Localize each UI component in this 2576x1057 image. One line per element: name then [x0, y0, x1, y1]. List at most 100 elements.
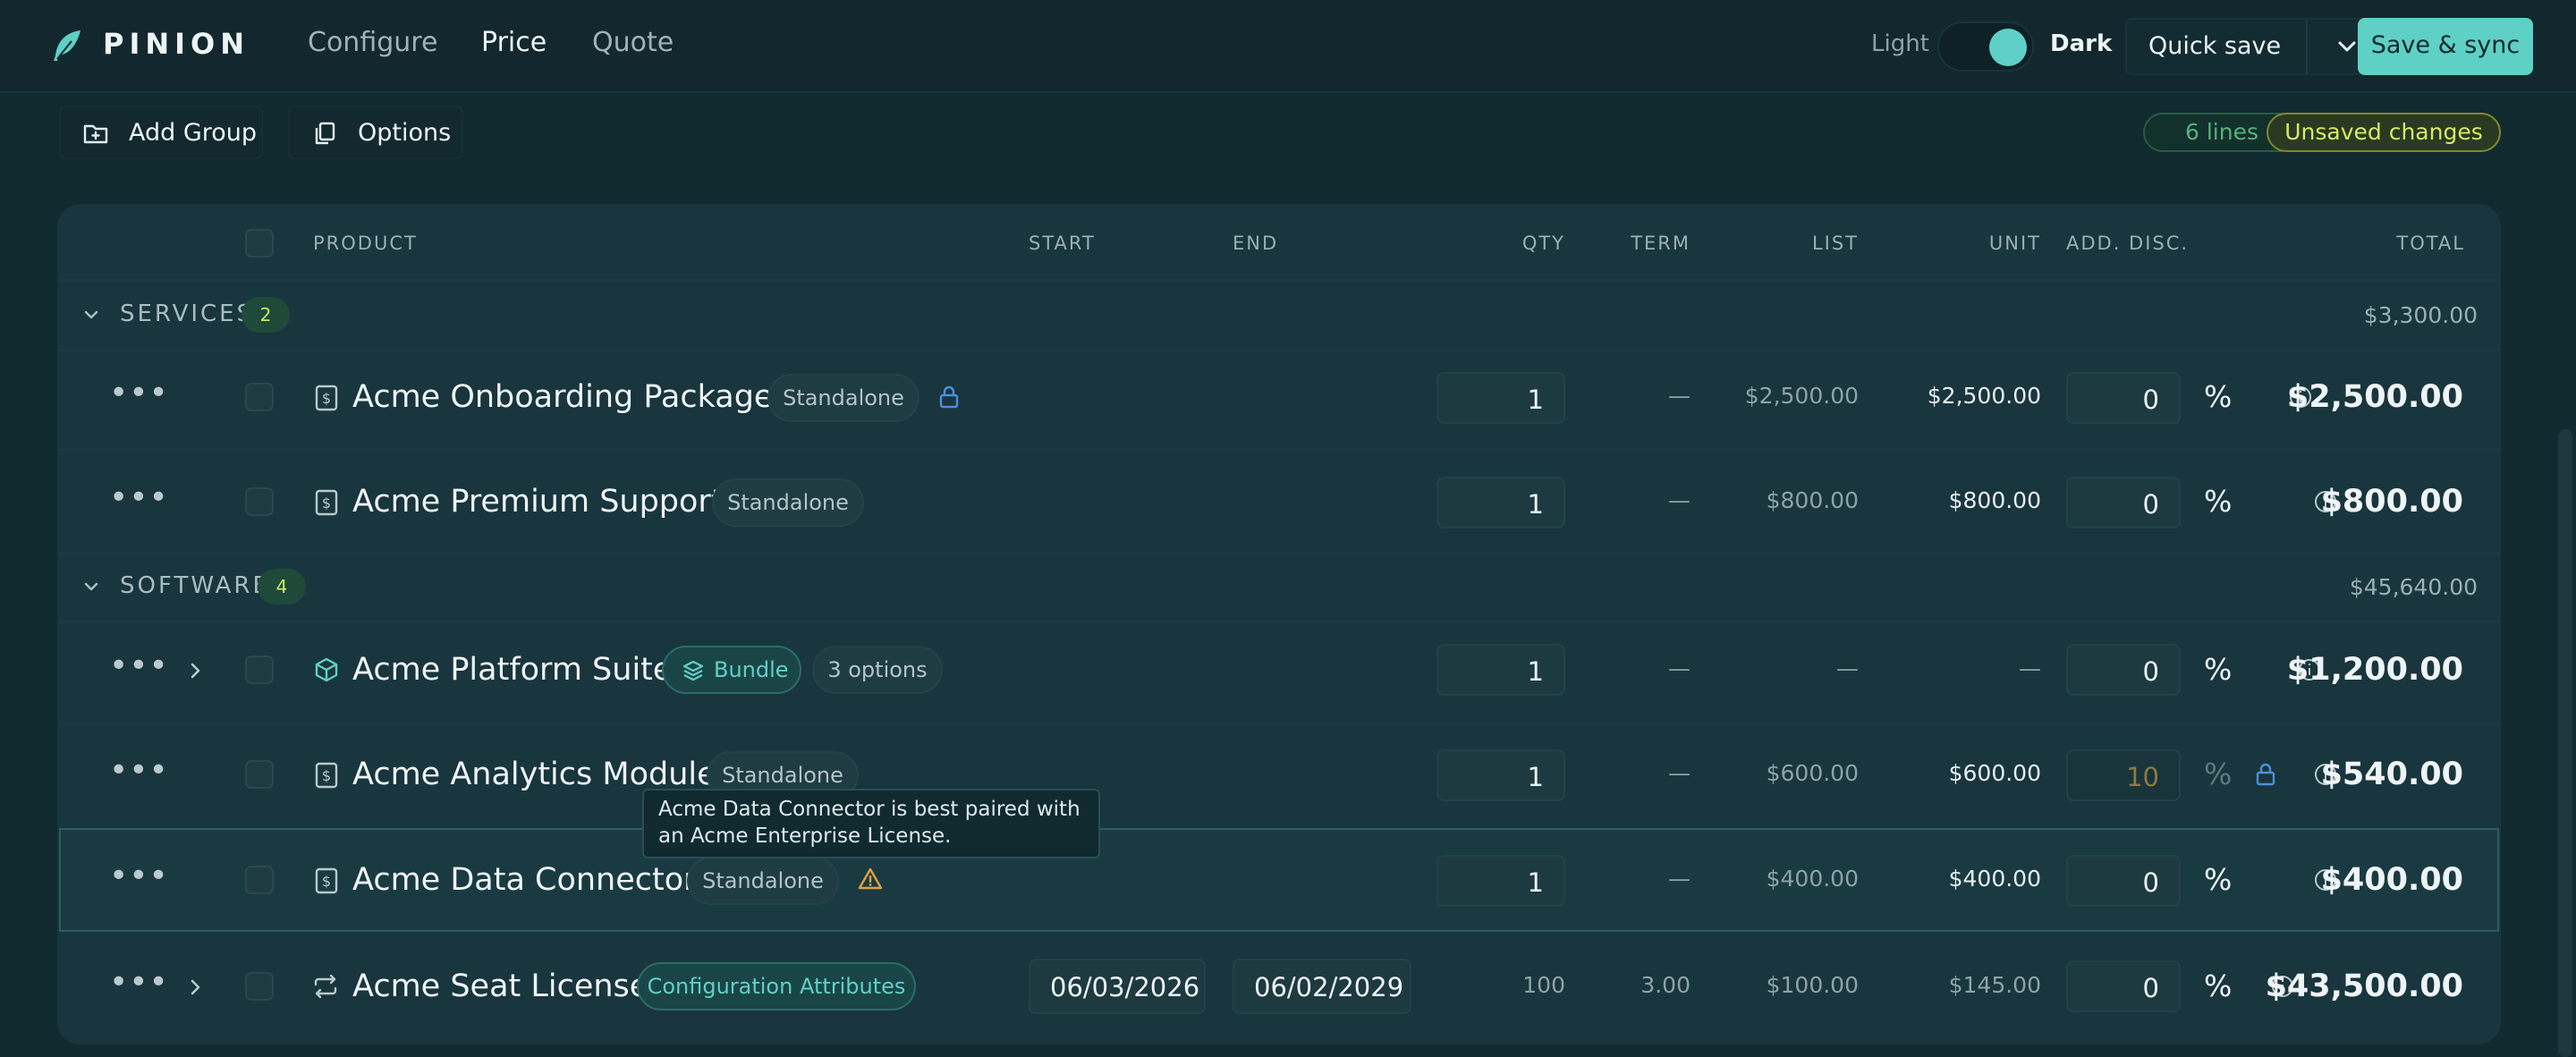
discount-input[interactable]: 10	[2066, 749, 2181, 801]
save-sync-label: Save & sync	[2370, 31, 2521, 59]
term-value: —	[1668, 383, 1690, 409]
row-checkbox[interactable]	[245, 487, 274, 516]
options-button[interactable]: Options	[288, 106, 463, 159]
header-total: TOTAL	[2396, 233, 2465, 254]
list-price: $400.00	[1766, 866, 1859, 892]
percent-toggle[interactable]: %	[2204, 757, 2232, 791]
quick-save-button[interactable]: Quick save	[2125, 18, 2385, 75]
svg-text:$: $	[322, 767, 331, 784]
discount-input[interactable]: 0	[2066, 855, 2181, 907]
toggle-knob	[1989, 29, 2027, 66]
qty-input[interactable]: 1	[1436, 477, 1565, 528]
chevron-down-icon[interactable]	[79, 574, 104, 599]
unit-price: $600.00	[1948, 760, 2041, 786]
row-menu-icon[interactable]: •••	[109, 482, 169, 514]
unit-price: —	[2019, 655, 2041, 681]
nav-quote[interactable]: Quote	[592, 27, 674, 58]
theme-toggle[interactable]	[1937, 21, 2034, 72]
header-list: LIST	[1811, 233, 1859, 254]
row-divider	[57, 621, 2501, 622]
row-menu-icon[interactable]: •••	[109, 967, 169, 999]
layers-icon	[682, 660, 704, 681]
cube-icon	[315, 657, 338, 682]
chevron-down-icon[interactable]	[79, 302, 104, 327]
row-divider	[57, 723, 2501, 724]
save-sync-button[interactable]: Save & sync	[2358, 18, 2533, 75]
product-name[interactable]: Acme Seat License	[352, 968, 648, 1004]
start-date-input[interactable]: 06/03/2026	[1029, 959, 1206, 1014]
group-total: $45,640.00	[2349, 574, 2478, 600]
svg-text:$: $	[322, 873, 331, 890]
term-value: —	[1668, 487, 1690, 513]
bundle-tag: Bundle	[662, 646, 801, 694]
qty-value: 1	[1527, 867, 1544, 898]
row-menu-icon[interactable]: •••	[109, 860, 169, 892]
row-checkbox[interactable]	[245, 866, 274, 894]
row-checkbox[interactable]	[245, 760, 274, 789]
qty-value[interactable]: 100	[1476, 972, 1565, 998]
group-total: $3,300.00	[2363, 302, 2478, 328]
row-divider	[57, 279, 2501, 281]
group-count-badge: 4	[258, 569, 306, 605]
qty-input[interactable]: 1	[1436, 372, 1565, 424]
product-name[interactable]: Acme Premium Support	[352, 484, 724, 520]
svg-text:$: $	[322, 390, 331, 407]
chevron-right-icon[interactable]	[182, 975, 208, 1000]
discount-input[interactable]: 0	[2066, 960, 2181, 1012]
recurring-icon	[314, 974, 337, 999]
percent-toggle[interactable]: %	[2204, 968, 2232, 1003]
product-name[interactable]: Acme Platform Suite	[352, 652, 672, 688]
discount-value: 0	[2142, 656, 2159, 687]
add-group-button[interactable]: Add Group	[59, 106, 263, 159]
header-product: PRODUCT	[313, 233, 418, 254]
options-count-tag[interactable]: 3 options	[812, 646, 943, 694]
row-checkbox[interactable]	[245, 655, 274, 684]
chevron-right-icon[interactable]	[182, 658, 208, 683]
row-menu-icon[interactable]: •••	[109, 377, 169, 410]
product-name[interactable]: Acme Analytics Module	[352, 757, 716, 792]
discount-value: 0	[2142, 489, 2159, 520]
percent-toggle[interactable]: %	[2204, 379, 2232, 414]
discount-value: 0	[2142, 867, 2159, 898]
vertical-scrollbar[interactable]	[2558, 429, 2572, 1057]
warning-icon[interactable]	[857, 866, 884, 892]
end-date-value: 06/02/2029	[1254, 972, 1404, 1002]
unsaved-changes-badge: Unsaved changes	[2267, 113, 2501, 152]
select-all-checkbox[interactable]	[245, 229, 274, 258]
row-menu-icon[interactable]: •••	[109, 650, 169, 682]
svg-text:$: $	[322, 495, 331, 512]
header-start: START	[1029, 233, 1096, 254]
term-value: —	[1668, 760, 1690, 786]
brand-name: PINION	[103, 27, 250, 61]
qty-input[interactable]: 1	[1436, 855, 1565, 907]
row-menu-icon[interactable]: •••	[109, 755, 169, 787]
qty-input[interactable]: 1	[1436, 749, 1565, 801]
product-name[interactable]: Acme Data Connector	[352, 862, 697, 898]
start-date-value: 06/03/2026	[1050, 972, 1200, 1002]
configuration-attributes-tag[interactable]: Configuration Attributes	[637, 962, 916, 1010]
percent-toggle[interactable]: %	[2204, 652, 2232, 687]
header-unit: UNIT	[1988, 233, 2041, 254]
group-count-badge: 2	[242, 297, 290, 333]
unit-price: $2,500.00	[1927, 383, 2041, 409]
discount-input[interactable]: 0	[2066, 477, 2181, 528]
row-checkbox[interactable]	[245, 383, 274, 411]
end-date-input[interactable]: 06/02/2029	[1233, 959, 1411, 1014]
unit-price: $145.00	[1948, 972, 2041, 998]
discount-input[interactable]: 0	[2066, 372, 2181, 424]
discount-input[interactable]: 0	[2066, 644, 2181, 696]
header-qty: QTY	[1521, 233, 1565, 254]
discount-value: 0	[2142, 973, 2159, 1003]
group-title-services: SERVICES	[120, 300, 255, 327]
percent-toggle[interactable]: %	[2204, 484, 2232, 519]
percent-toggle[interactable]: %	[2204, 862, 2232, 897]
nav-configure[interactable]: Configure	[308, 27, 437, 58]
list-price: $800.00	[1766, 487, 1859, 513]
product-name[interactable]: Acme Onboarding Package	[352, 379, 773, 415]
row-checkbox[interactable]	[245, 972, 274, 1001]
nav-price[interactable]: Price	[481, 27, 547, 58]
qty-input[interactable]: 1	[1436, 644, 1565, 696]
dollar-doc-icon: $	[315, 762, 338, 789]
product-type-tag: Standalone	[767, 374, 919, 422]
term-value: —	[1668, 866, 1690, 892]
